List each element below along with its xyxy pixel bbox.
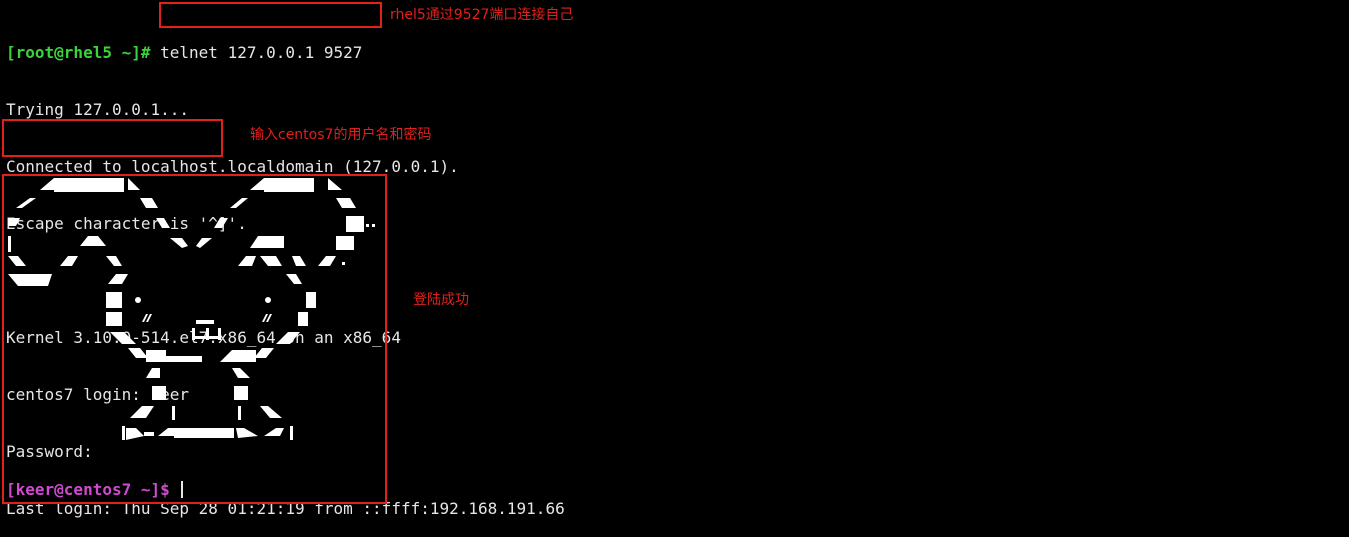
terminal-line: Trying 127.0.0.1... xyxy=(6,100,190,119)
annotation-connect: rhel5通过9527端口连接自己 xyxy=(390,7,574,23)
terminal-final-prompt[interactable]: [keer@centos7 ~]$ xyxy=(6,480,184,499)
command-highlight-box xyxy=(159,2,382,28)
telnet-command: telnet 127.0.0.1 9527 xyxy=(150,43,363,62)
text-cursor xyxy=(181,481,184,498)
annotation-success: 登陆成功 xyxy=(413,292,469,308)
annotation-credentials: 输入centos7的用户名和密码 xyxy=(250,127,432,143)
user-prompt: [keer@centos7 ~]$ xyxy=(6,480,170,499)
root-prompt: [root@rhel5 ~]# xyxy=(6,43,151,62)
credentials-highlight-box xyxy=(2,119,223,157)
terminal-line-command: [root@rhel5 ~]# telnet 127.0.0.1 9527 xyxy=(6,43,565,62)
ascii-art-mascot xyxy=(8,178,375,440)
